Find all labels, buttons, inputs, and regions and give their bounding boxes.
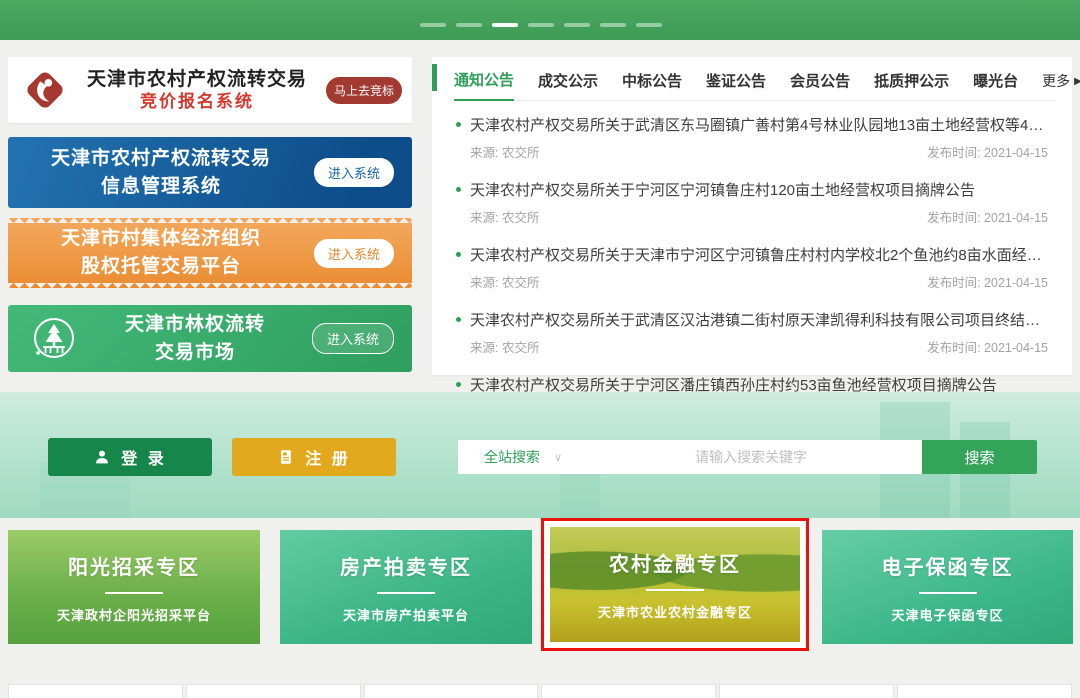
search-bar: 全站搜索 ∨ 搜索: [458, 440, 1037, 474]
bullet-icon: [456, 382, 461, 387]
carousel-dash[interactable]: [600, 23, 626, 27]
notice-time: 发布时间: 2021-04-15: [927, 142, 1048, 161]
info-management-banner[interactable]: 天津市农村产权流转交易 信息管理系统 进入系统: [8, 137, 412, 208]
list-item: 天津农村产权交易所关于武清区东马圈镇广善村第4号林业队园地13亩土地经营权等4个…: [456, 105, 1048, 161]
carousel-dash[interactable]: [636, 23, 662, 27]
zone-title: 农村金融专区: [609, 548, 741, 577]
notice-source: 来源: 农交所: [470, 337, 539, 356]
notice-title-link[interactable]: 天津农村产权交易所关于宁河区宁河镇鲁庄村120亩土地经营权项目摘牌公告: [470, 179, 975, 200]
banner-line1: 天津市村集体经济组织: [8, 225, 314, 253]
left-column: 天津市农村产权流转交易 竞价报名系统 马上去竞标 天津市农村产权流转交易 信息管…: [8, 57, 412, 372]
tab-accent-bar: [432, 64, 437, 91]
bottom-box: [719, 684, 894, 698]
list-item: 天津农村产权交易所关于宁河区宁河镇鲁庄村120亩土地经营权项目摘牌公告 来源: …: [456, 170, 1048, 226]
enter-info-system-button[interactable]: 进入系统: [314, 158, 394, 187]
notice-time: 发布时间: 2021-04-15: [927, 337, 1048, 356]
tab-deal-publicity[interactable]: 成交公示: [538, 70, 598, 100]
more-arrow-icon: ▶: [1074, 76, 1080, 87]
zone-divider: [105, 592, 163, 594]
equity-custody-banner[interactable]: 天津市村集体经济组织 股权托管交易平台 进入系统: [8, 218, 412, 288]
bidding-title-line2: 竞价报名系统: [68, 91, 326, 112]
tab-notice-announcements[interactable]: 通知公告: [454, 69, 514, 101]
zone-card-e-guarantee[interactable]: 电子保函专区 天津电子保函专区: [822, 530, 1073, 644]
tab-certification[interactable]: 鉴证公告: [706, 70, 766, 100]
bullet-icon: [456, 187, 461, 192]
tab-pledge[interactable]: 抵质押公示: [874, 70, 949, 100]
carousel-dash[interactable]: [456, 23, 482, 27]
chevron-down-icon: ∨: [554, 451, 562, 464]
notice-title-link[interactable]: 天津农村产权交易所关于武清区东马圈镇广善村第4号林业队园地13亩土地经营权等4个…: [470, 114, 1048, 135]
bullet-icon: [456, 122, 461, 127]
tab-winning-bid[interactable]: 中标公告: [622, 70, 682, 100]
banner-line2: 股权托管交易平台: [8, 253, 314, 281]
zone-card-rural-finance[interactable]: 农村金融专区 天津市农业农村金融专区: [550, 527, 800, 642]
zone-subtitle: 天津市农业农村金融专区: [598, 602, 752, 621]
equity-custody-title: 天津市村集体经济组织 股权托管交易平台: [8, 225, 314, 280]
tab-more[interactable]: 更多▶: [1042, 71, 1080, 100]
bullet-icon: [456, 252, 461, 257]
carousel-dash[interactable]: [564, 23, 590, 27]
banner-line2: 交易市场: [78, 339, 312, 367]
notice-time: 发布时间: 2021-04-15: [927, 272, 1048, 291]
zone-subtitle: 天津市房产拍卖平台: [343, 605, 469, 624]
notice-tabs: 通知公告 成交公示 中标公告 鉴证公告 会员公告 抵质押公示 曝光台 更多▶: [454, 57, 1056, 101]
banner-line1: 天津市林权流转: [78, 311, 312, 339]
zone-divider: [646, 589, 704, 591]
notice-title-link[interactable]: 天津农村产权交易所关于天津市宁河区宁河镇鲁庄村村内学校北2个鱼池约8亩水面经营.…: [470, 244, 1048, 265]
zone-divider: [919, 592, 977, 594]
register-button[interactable]: 注 册: [232, 438, 396, 476]
notice-source: 来源: 农交所: [470, 142, 539, 161]
bottom-box: [364, 684, 539, 698]
zone-subtitle: 天津电子保函专区: [891, 605, 1003, 624]
list-item: 天津农村产权交易所关于天津市宁河区宁河镇鲁庄村村内学校北2个鱼池约8亩水面经营.…: [456, 235, 1048, 291]
user-icon: [93, 448, 111, 466]
banner-line2: 信息管理系统: [8, 173, 314, 201]
bottom-box: [541, 684, 716, 698]
zone-title: 房产拍卖专区: [340, 551, 472, 580]
notice-list: 天津农村产权交易所关于武清区东马圈镇广善村第4号林业队园地13亩土地经营权等4个…: [432, 101, 1072, 421]
register-form-icon: [277, 448, 295, 466]
bullet-icon: [456, 317, 461, 322]
bidding-system-card: 天津市农村产权流转交易 竞价报名系统 马上去竞标: [8, 57, 412, 123]
forest-rights-title: 天津市林权流转 交易市场: [78, 311, 312, 366]
carousel-indicators: [420, 23, 662, 27]
search-scope-select[interactable]: 全站搜索 ∨: [458, 440, 580, 474]
zone-divider: [377, 592, 435, 594]
search-input[interactable]: [580, 440, 922, 474]
notice-time: 发布时间: 2021-04-15: [927, 207, 1048, 226]
bottom-box: [897, 684, 1072, 698]
carousel-dash[interactable]: [528, 23, 554, 27]
tab-member[interactable]: 会员公告: [790, 70, 850, 100]
tab-exposure[interactable]: 曝光台: [973, 70, 1018, 100]
list-item: 天津农村产权交易所关于武清区汉沽港镇二街村原天津凯得利科技有限公司项目终结公告 …: [456, 300, 1048, 356]
forest-rights-banner[interactable]: 天津市林权流转 交易市场 进入系统: [8, 305, 412, 372]
tree-icon: [30, 315, 78, 363]
top-carousel-bar: [0, 0, 1080, 40]
enter-equity-system-button[interactable]: 进入系统: [314, 239, 394, 268]
bidding-system-title: 天津市农村产权流转交易 竞价报名系统: [68, 68, 326, 113]
carousel-dash[interactable]: [420, 23, 446, 27]
enter-forest-market-button[interactable]: 进入系统: [312, 323, 394, 354]
banner-line1: 天津市农村产权流转交易: [8, 145, 314, 173]
zone-subtitle: 天津政村企阳光招采平台: [57, 605, 211, 624]
notice-title-link[interactable]: 天津农村产权交易所关于武清区汉沽港镇二街村原天津凯得利科技有限公司项目终结公告: [470, 309, 1048, 330]
notice-panel: 通知公告 成交公示 中标公告 鉴证公告 会员公告 抵质押公示 曝光台 更多▶ 天…: [432, 57, 1072, 375]
exchange-logo-icon: [22, 67, 68, 113]
zone-title: 阳光招采专区: [68, 551, 200, 580]
notice-source: 来源: 农交所: [470, 272, 539, 291]
highlight-red-box: 农村金融专区 天津市农业农村金融专区: [541, 518, 809, 651]
bottom-strip: [8, 684, 1072, 698]
login-button[interactable]: 登 录: [48, 438, 212, 476]
zone-title: 电子保函专区: [882, 551, 1014, 580]
bidding-title-line1: 天津市农村产权流转交易: [68, 68, 326, 92]
carousel-dash-active[interactable]: [492, 23, 518, 27]
info-management-title: 天津市农村产权流转交易 信息管理系统: [8, 145, 314, 200]
go-bid-button[interactable]: 马上去竞标: [326, 77, 402, 104]
search-button[interactable]: 搜索: [922, 440, 1037, 474]
zone-card-sunshine-procurement[interactable]: 阳光招采专区 天津政村企阳光招采平台: [8, 530, 260, 644]
notice-source: 来源: 农交所: [470, 207, 539, 226]
bottom-box: [186, 684, 361, 698]
zone-card-property-auction[interactable]: 房产拍卖专区 天津市房产拍卖平台: [280, 530, 532, 644]
bottom-box: [8, 684, 183, 698]
